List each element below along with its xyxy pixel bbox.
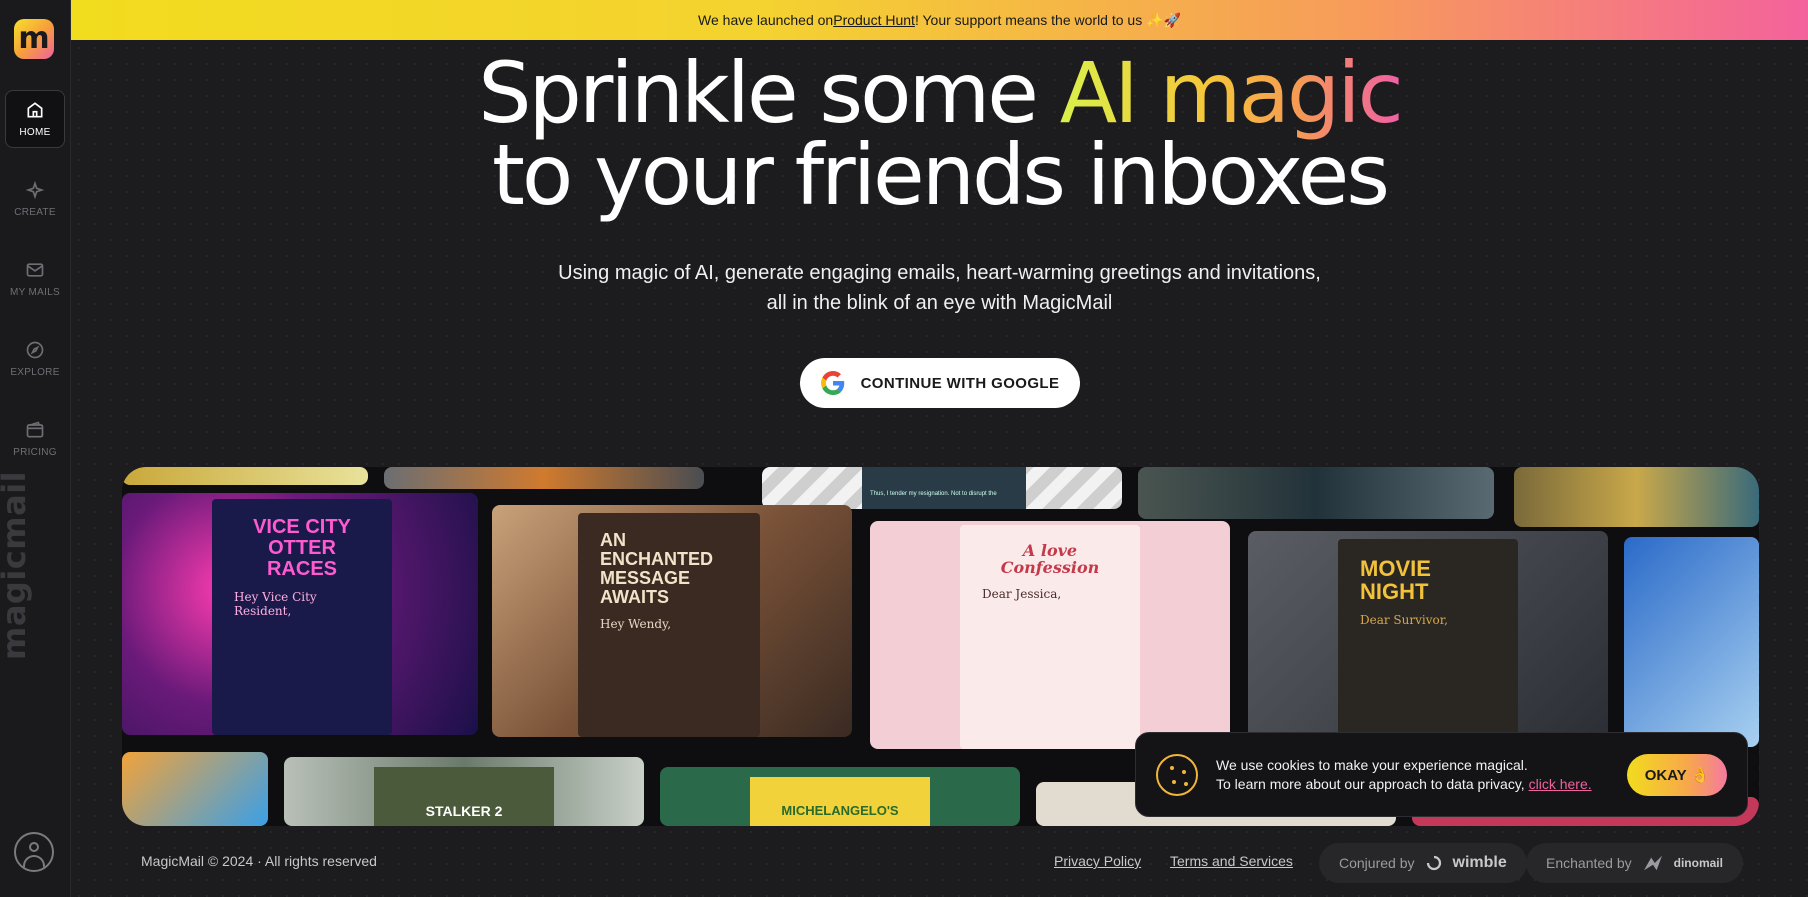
product-hunt-link[interactable]: Product Hunt	[833, 12, 915, 28]
card-greeting: Dear Survivor,	[1360, 613, 1448, 628]
banner-suffix: ! Your support means the world to us ✨🚀	[914, 11, 1181, 28]
hero-subtitle-line1: Using magic of AI, generate engaging ema…	[558, 262, 1321, 284]
cookie-icon	[1156, 753, 1198, 796]
gallery-tile: AN ENCHANTED MESSAGE AWAITS Hey Wendy,	[492, 505, 852, 737]
gallery-tile	[1514, 467, 1759, 527]
card-title: VICE CITY OTTER RACES	[253, 516, 351, 580]
enchanted-by-badge[interactable]: Enchanted by dinomail	[1526, 843, 1743, 883]
email-card[interactable]: A love Confession Dear Jessica,	[960, 525, 1140, 749]
sidebar-item-label: HOME	[19, 127, 51, 138]
hero-subtitle-line2: all in the blink of an eye with MagicMai…	[766, 292, 1113, 314]
gallery-tile: VICE CITY OTTER RACES Hey Vice City Resi…	[122, 493, 478, 735]
sidebar: m HOME CREATE MY MAILS EXPLORE PRICING m…	[0, 0, 71, 897]
email-card[interactable]: VICE CITY OTTER RACES Hey Vice City Resi…	[212, 499, 392, 735]
dinomail-logo-icon	[1643, 855, 1662, 871]
cookie-consent-banner: We use cookies to make your experience m…	[1135, 732, 1748, 817]
hero-title: Sprinkle some AI magic to your friends i…	[71, 51, 1808, 217]
card-greeting: Dear Jessica,	[982, 586, 1062, 601]
gallery-tile: MICHELANGELO'S	[660, 767, 1020, 826]
banner-prefix: We have launched on	[698, 12, 834, 28]
sidebar-item-label: MY MAILS	[9, 287, 60, 298]
sidebar-item-my-mails[interactable]: MY MAILS	[5, 250, 65, 308]
wimble-logo-icon	[1426, 855, 1441, 871]
sidebar-item-home[interactable]: HOME	[5, 90, 65, 148]
gallery-tile: MOVIE NIGHT Dear Survivor,	[1248, 531, 1608, 751]
sidebar-item-create[interactable]: CREATE	[5, 170, 65, 228]
privacy-click-here-link[interactable]: click here.	[1529, 776, 1592, 792]
conjured-by-badge[interactable]: Conjured by wimble	[1319, 843, 1527, 883]
card-title: STALKER 2	[374, 767, 554, 826]
email-card[interactable]: MOVIE NIGHT Dear Survivor,	[1338, 539, 1518, 751]
enchanted-brand: dinomail	[1673, 856, 1723, 870]
sidebar-item-label: CREATE	[14, 207, 56, 218]
wallet-icon	[26, 421, 44, 438]
gallery-tile	[1138, 467, 1494, 519]
gallery-tile	[384, 467, 704, 489]
gallery-tile: STALKER 2	[284, 757, 644, 826]
mail-icon	[26, 263, 44, 277]
sidebar-item-explore[interactable]: EXPLORE	[5, 330, 65, 388]
gallery-tile	[1624, 537, 1759, 747]
hero-title-line2: to your friends inboxes	[491, 126, 1390, 224]
home-icon	[27, 102, 43, 118]
sidebar-item-label: PRICING	[13, 447, 57, 458]
card-greeting: Hey Wendy,	[600, 616, 672, 631]
card-greeting: Hey Vice City Resident,	[234, 590, 317, 618]
privacy-policy-link[interactable]: Privacy Policy	[1054, 853, 1141, 869]
user-icon-body	[23, 855, 45, 869]
continue-with-google-button[interactable]: CONTINUE WITH GOOGLE	[800, 358, 1080, 408]
cookie-line2: To learn more about our approach to data…	[1216, 775, 1529, 792]
vertical-brand-text: magicmail	[0, 470, 33, 660]
sparkle-icon	[25, 180, 45, 200]
gallery-tile	[122, 752, 268, 826]
cookie-okay-button[interactable]: OKAY 👌	[1627, 753, 1727, 796]
sidebar-item-label: EXPLORE	[10, 367, 60, 378]
compass-icon	[26, 341, 44, 359]
hero-subtitle: Using magic of AI, generate engaging ema…	[71, 258, 1808, 318]
cookie-line1: We use cookies to make your experience m…	[1216, 756, 1528, 773]
announcement-banner: We have launched on Product Hunt ! Your …	[71, 0, 1808, 40]
card-title: MICHELANGELO'S	[750, 777, 930, 826]
terms-and-services-link[interactable]: Terms and Services	[1170, 853, 1293, 869]
card-title: AN ENCHANTED MESSAGE AWAITS	[600, 530, 714, 607]
enchanted-label: Enchanted by	[1546, 855, 1632, 871]
footer-copyright: MagicMail © 2024 · All rights reserved	[141, 853, 377, 869]
gallery-tile	[122, 467, 368, 485]
gallery-tile: Thus, I tender my resignation. Not to di…	[762, 467, 1122, 509]
continue-with-google-label: CONTINUE WITH GOOGLE	[860, 374, 1060, 392]
user-icon	[29, 842, 39, 852]
conjured-brand: wimble	[1452, 854, 1507, 871]
gallery-snippet: Thus, I tender my resignation. Not to di…	[862, 467, 1026, 509]
google-icon	[820, 371, 844, 395]
magicmail-logo[interactable]: m	[14, 19, 54, 59]
sidebar-item-pricing[interactable]: PRICING	[5, 410, 65, 468]
gallery-tile: A love Confession Dear Jessica,	[870, 521, 1230, 749]
cookie-message: We use cookies to make your experience m…	[1216, 756, 1592, 794]
email-card[interactable]: AN ENCHANTED MESSAGE AWAITS Hey Wendy,	[578, 513, 760, 737]
card-title: MOVIE NIGHT	[1360, 556, 1431, 605]
conjured-label: Conjured by	[1339, 855, 1415, 871]
user-avatar[interactable]	[14, 832, 54, 872]
card-title: A love Confession	[1000, 541, 1100, 577]
